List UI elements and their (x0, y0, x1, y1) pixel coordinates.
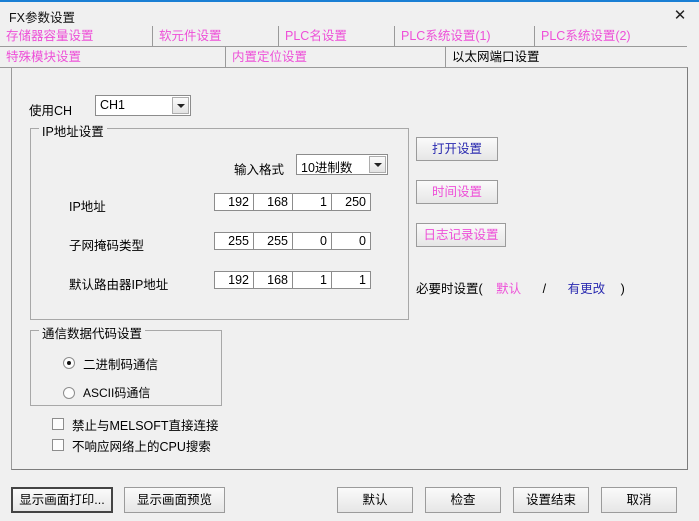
settings-panel: 使用CH CH1 IP地址设置 输入格式 10进制数 IP地址 192 168 … (11, 67, 688, 470)
router-octet-4[interactable]: 1 (332, 272, 370, 288)
close-icon[interactable]: ✕ (665, 4, 695, 26)
legend-separator: / (542, 282, 547, 296)
ip-octet-3[interactable]: 1 (293, 194, 332, 210)
subnet-octet-1[interactable]: 255 (215, 233, 254, 249)
ip-address-input[interactable]: 192 168 1 250 (214, 193, 371, 211)
check-button[interactable]: 检查 (425, 487, 501, 513)
checkbox-disable-melsoft-direct-label: 禁止与MELSOFT直接连接 (72, 419, 219, 433)
router-octet-3[interactable]: 1 (293, 272, 332, 288)
tab-plc-system-1[interactable]: PLC系统设置(1) (394, 26, 534, 47)
tab-row-1: 存储器容量设置 软元件设置 PLC名设置 PLC系统设置(1) PLC系统设置(… (0, 26, 699, 47)
input-format-dropdown[interactable]: 10进制数 (296, 154, 388, 175)
radio-binary-communication-label: 二进制码通信 (83, 358, 159, 372)
radio-binary-communication[interactable] (63, 357, 75, 369)
tab-plc-name[interactable]: PLC名设置 (278, 26, 394, 47)
tab-strip: 存储器容量设置 软元件设置 PLC名设置 PLC系统设置(1) PLC系统设置(… (0, 26, 699, 68)
default-router-input[interactable]: 192 168 1 1 (214, 271, 371, 289)
ip-address-group-caption: IP地址设置 (39, 121, 107, 140)
default-router-label: 默认路由器IP地址 (69, 278, 169, 292)
window-title-bar: FX参数设置 ✕ (0, 0, 699, 26)
ip-octet-4[interactable]: 250 (332, 194, 370, 210)
tab-special-module[interactable]: 特殊模块设置 (0, 47, 225, 68)
default-button[interactable]: 默认 (337, 487, 413, 513)
subnet-mask-label: 子网掩码类型 (69, 239, 145, 253)
subnet-mask-input[interactable]: 255 255 0 0 (214, 232, 371, 250)
radio-ascii-communication[interactable] (63, 387, 75, 399)
subnet-octet-4[interactable]: 0 (332, 233, 370, 249)
tab-device-settings[interactable]: 软元件设置 (152, 26, 278, 47)
print-screen-button[interactable]: 显示画面打印... (11, 487, 113, 513)
input-format-value: 10进制数 (301, 161, 353, 175)
ip-octet-1[interactable]: 192 (215, 194, 254, 210)
use-ch-dropdown[interactable]: CH1 (95, 95, 191, 116)
tab-ethernet-port[interactable]: 以太网端口设置 (445, 47, 687, 68)
checkbox-no-cpu-search-response[interactable] (52, 439, 64, 451)
input-format-label: 输入格式 (234, 163, 285, 177)
legend-default-word: 默认 (496, 282, 522, 296)
legend-suffix: ) (620, 282, 625, 296)
ip-address-group: IP地址设置 输入格式 10进制数 IP地址 192 168 1 250 子网掩… (30, 121, 409, 320)
subnet-octet-2[interactable]: 255 (254, 233, 293, 249)
legend-prefix: 必要时设置( (416, 282, 483, 296)
time-settings-button[interactable]: 时间设置 (416, 180, 498, 204)
tab-builtin-positioning[interactable]: 内置定位设置 (225, 47, 445, 68)
tab-plc-system-2[interactable]: PLC系统设置(2) (534, 26, 687, 47)
use-ch-label: 使用CH (29, 104, 73, 118)
open-settings-button[interactable]: 打开设置 (416, 137, 498, 161)
window-title: FX参数设置 (9, 11, 75, 25)
legend-changed-word: 有更改 (567, 282, 606, 296)
tab-row-2: 特殊模块设置 内置定位设置 以太网端口设置 (0, 47, 699, 68)
use-ch-value: CH1 (100, 98, 126, 112)
checkbox-disable-melsoft-direct[interactable] (52, 418, 64, 430)
chevron-down-icon[interactable] (369, 156, 386, 173)
ip-octet-2[interactable]: 168 (254, 194, 293, 210)
radio-ascii-communication-label: ASCII码通信 (83, 386, 151, 400)
log-record-settings-button[interactable]: 日志记录设置 (416, 223, 506, 247)
router-octet-2[interactable]: 168 (254, 272, 293, 288)
finish-settings-button[interactable]: 设置结束 (513, 487, 589, 513)
subnet-octet-3[interactable]: 0 (293, 233, 332, 249)
checkbox-no-cpu-search-response-label: 不响应网络上的CPU搜索 (72, 440, 211, 454)
comm-data-code-group-caption: 通信数据代码设置 (39, 323, 146, 342)
comm-data-code-group: 通信数据代码设置 二进制码通信 ASCII码通信 (30, 323, 222, 406)
legend-line: 必要时设置( 默认 / 有更改 ) (416, 278, 625, 297)
tab-memory-capacity[interactable]: 存储器容量设置 (0, 26, 152, 47)
ip-address-label: IP地址 (69, 200, 106, 214)
router-octet-1[interactable]: 192 (215, 272, 254, 288)
chevron-down-icon[interactable] (172, 97, 189, 114)
preview-screen-button[interactable]: 显示画面预览 (124, 487, 225, 513)
cancel-button[interactable]: 取消 (601, 487, 677, 513)
